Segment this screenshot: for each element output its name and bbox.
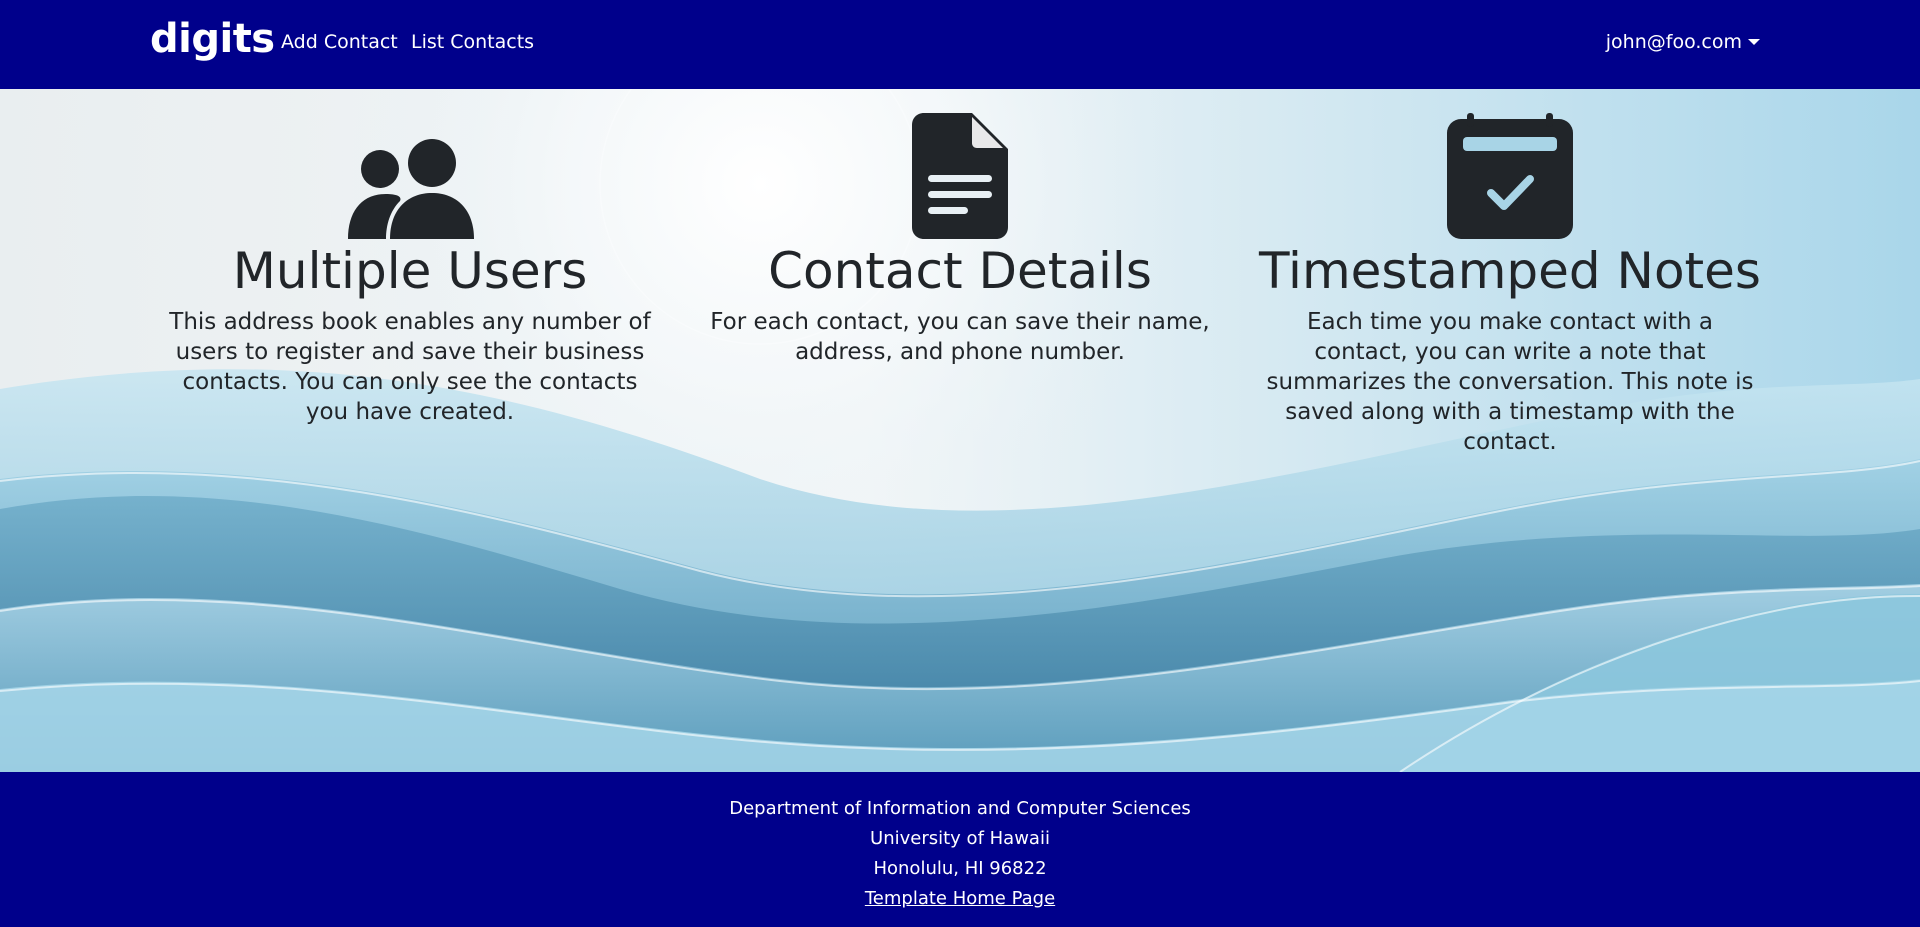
feature-title: Contact Details	[768, 242, 1152, 300]
nav-add-contact[interactable]: Add Contact	[281, 31, 398, 53]
feature-title: Timestamped Notes	[1259, 242, 1761, 300]
feature-description: Each time you make contact with a contac…	[1266, 309, 1754, 455]
feature-description: For each contact, you can save their nam…	[710, 309, 1210, 365]
feature-timestamped-notes: Timestamped Notes Each time you make con…	[1250, 89, 1770, 457]
caret-down-icon	[1748, 39, 1760, 45]
user-dropdown[interactable]: john@foo.com	[1606, 31, 1760, 53]
feature-title: Multiple Users	[232, 242, 588, 300]
footer-university: University of Hawaii	[870, 828, 1050, 849]
feature-contact-details: Contact Details For each contact, you ca…	[700, 89, 1220, 367]
landing-hero: Multiple Users This address book enables…	[0, 89, 1920, 772]
users-icon	[348, 139, 474, 239]
file-document-icon	[912, 113, 1008, 239]
brand-logo-link[interactable]: digits	[150, 16, 275, 62]
footer-department: Department of Information and Computer S…	[729, 798, 1191, 819]
feature-description: This address book enables any number of …	[169, 309, 651, 425]
user-email: john@foo.com	[1605, 31, 1742, 53]
calendar-check-icon	[1447, 113, 1573, 239]
feature-multiple-users: Multiple Users This address book enables…	[150, 89, 670, 427]
template-home-link[interactable]: Template Home Page	[865, 888, 1055, 909]
footer-address: Honolulu, HI 96822	[873, 858, 1047, 879]
nav-list-contacts[interactable]: List Contacts	[411, 31, 534, 53]
page-footer: Department of Information and Computer S…	[0, 772, 1920, 927]
top-navbar: digits Add Contact List Contacts john@fo…	[0, 0, 1920, 89]
